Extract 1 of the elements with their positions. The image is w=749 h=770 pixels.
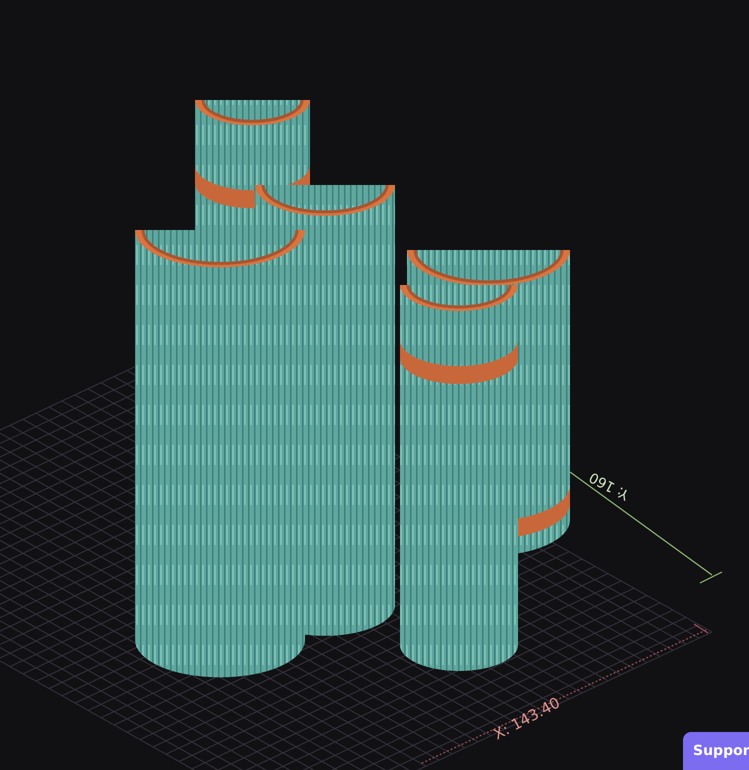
y-axis-label: Y: 160 <box>586 468 632 503</box>
